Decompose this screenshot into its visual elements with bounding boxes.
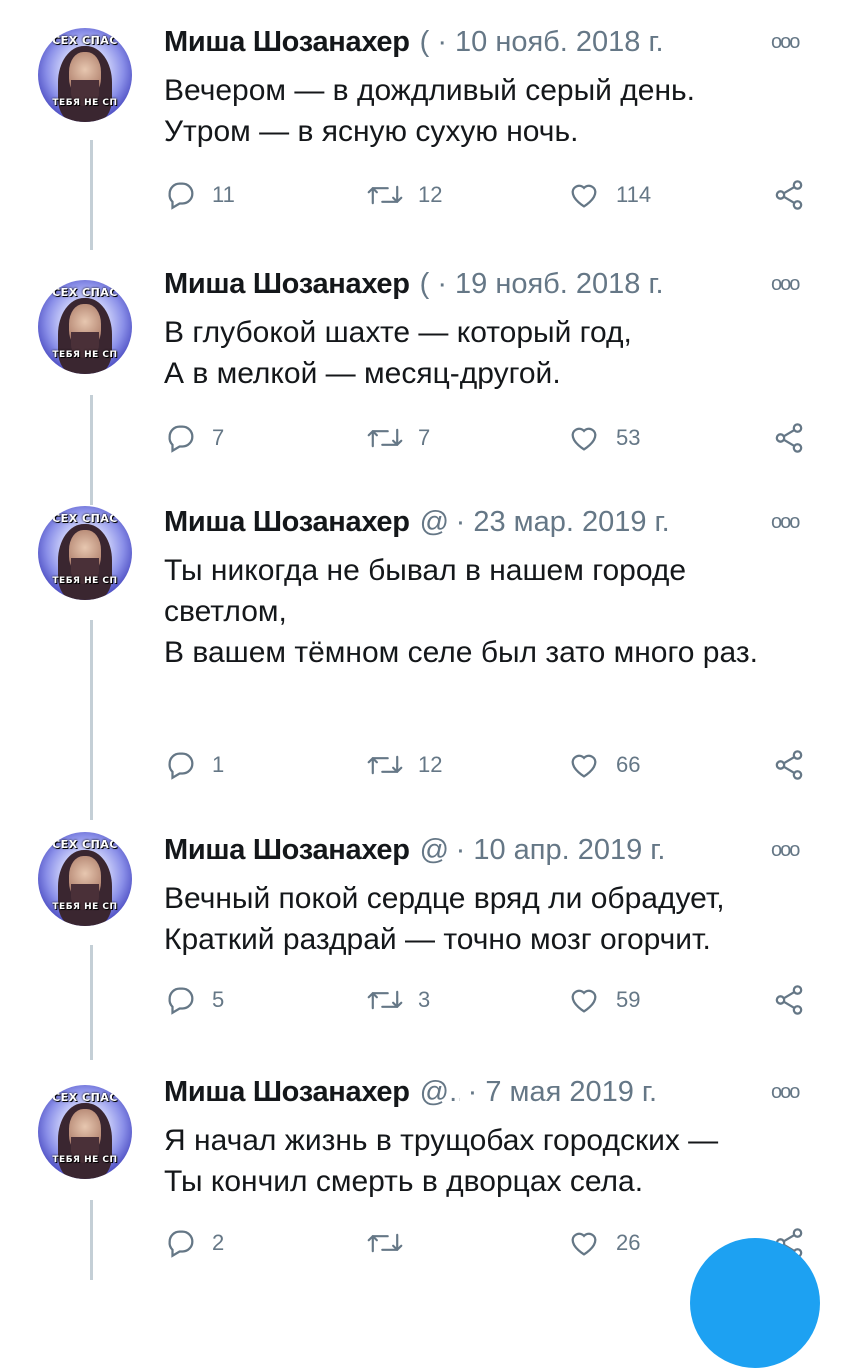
share-button[interactable] <box>772 980 806 1020</box>
reply-icon <box>164 178 198 212</box>
tweet-text: Ты никогда не бывал в нашем городе светл… <box>164 554 758 669</box>
reply-button[interactable]: 1 <box>164 745 224 785</box>
author-handle[interactable]: @ <box>420 506 448 539</box>
share-icon <box>772 748 806 782</box>
tweet-text: Вечный покой сердце вряд ли обрадует, Кр… <box>164 882 725 956</box>
share-button[interactable] <box>772 745 806 785</box>
separator-dot: · <box>467 1075 478 1108</box>
like-count: 59 <box>616 987 641 1012</box>
separator-dot: · <box>455 833 466 866</box>
reply-count: 5 <box>212 987 225 1012</box>
reply-icon <box>164 1226 198 1260</box>
tweet-date[interactable]: 10 нояб. 2018 г. <box>455 26 664 59</box>
like-count: 66 <box>616 752 641 777</box>
like-button[interactable]: 53 <box>566 418 640 458</box>
reply-icon <box>164 983 198 1017</box>
like-count: 53 <box>616 425 641 450</box>
reply-button[interactable]: 5 <box>164 980 224 1020</box>
more-icon[interactable]: ooo <box>771 840 800 860</box>
author-handle[interactable]: @.. <box>420 1076 460 1109</box>
reply-button[interactable]: 7 <box>164 418 224 458</box>
author-name[interactable]: Миша Шозанахер <box>164 26 410 59</box>
tweet-actions: 7 7 53 <box>0 418 846 458</box>
tweet-actions: 5 3 59 <box>0 980 846 1020</box>
share-button[interactable] <box>772 175 806 215</box>
avatar[interactable]: СЕХ СПАС ТЕБЯ НЕ СП <box>38 832 132 926</box>
more-icon[interactable]: ooo <box>771 274 800 294</box>
author-name[interactable]: Миша Шозанахер <box>164 268 410 301</box>
heart-icon <box>566 1226 602 1260</box>
author-handle[interactable]: ( <box>420 26 430 59</box>
more-icon[interactable]: ooo <box>771 512 800 532</box>
like-button[interactable]: 114 <box>566 175 651 215</box>
tweet-text: Вечером — в дождливый серый день. Утром … <box>164 74 695 148</box>
author-name[interactable]: Миша Шозанахер <box>164 506 410 539</box>
more-icon[interactable]: ooo <box>771 32 800 52</box>
like-count: 26 <box>616 1230 641 1255</box>
tweet-date[interactable]: 7 мая 2019 г. <box>485 1076 657 1109</box>
retweet-button[interactable]: 12 <box>366 175 442 215</box>
retweet-icon <box>366 178 404 212</box>
separator-dot: · <box>437 267 448 300</box>
like-button[interactable]: 59 <box>566 980 640 1020</box>
like-count: 114 <box>616 182 652 207</box>
separator-dot: · <box>437 25 448 58</box>
more-icon[interactable]: ooo <box>771 1082 800 1102</box>
retweet-count: 12 <box>418 182 443 207</box>
tweet-text: Я начал жизнь в трущобах городских — Ты … <box>164 1124 719 1198</box>
reply-count: 7 <box>212 425 225 450</box>
heart-icon <box>566 748 602 782</box>
retweet-button[interactable]: 7 <box>366 418 430 458</box>
thread-line <box>90 620 93 820</box>
share-button[interactable] <box>772 418 806 458</box>
author-handle[interactable]: ( <box>420 268 430 301</box>
retweet-icon <box>366 1226 404 1260</box>
tweet-actions: 11 12 114 <box>0 175 846 215</box>
share-icon <box>772 421 806 455</box>
reply-icon <box>164 748 198 782</box>
separator-dot: · <box>455 505 466 538</box>
like-button[interactable]: 66 <box>566 745 640 785</box>
retweet-icon <box>366 748 404 782</box>
heart-icon <box>566 983 602 1017</box>
reply-count: 11 <box>212 182 235 207</box>
share-icon <box>772 178 806 212</box>
compose-button[interactable] <box>690 1238 820 1368</box>
retweet-button[interactable]: 3 <box>366 980 430 1020</box>
tweet-text: В глубокой шахте — который год, А в мелк… <box>164 316 632 390</box>
heart-icon <box>566 178 602 212</box>
tweet-actions: 1 12 66 <box>0 745 846 785</box>
retweet-count: 7 <box>418 425 431 450</box>
avatar[interactable]: СЕХ СПАС ТЕБЯ НЕ СП <box>38 280 132 374</box>
reply-count: 2 <box>212 1230 225 1255</box>
author-name[interactable]: Миша Шозанахер <box>164 834 410 867</box>
avatar[interactable]: СЕХ СПАС ТЕБЯ НЕ СП <box>38 1085 132 1179</box>
reply-icon <box>164 421 198 455</box>
share-icon <box>772 983 806 1017</box>
retweet-icon <box>366 983 404 1017</box>
retweet-icon <box>366 421 404 455</box>
tweet-date[interactable]: 23 мар. 2019 г. <box>473 506 669 539</box>
reply-button[interactable]: 11 <box>164 175 235 215</box>
retweet-count: 12 <box>418 752 443 777</box>
heart-icon <box>566 421 602 455</box>
author-name[interactable]: Миша Шозанахер <box>164 1076 410 1109</box>
like-button[interactable]: 26 <box>566 1223 640 1263</box>
retweet-button[interactable] <box>366 1223 418 1263</box>
author-handle[interactable]: @ <box>420 834 448 867</box>
reply-button[interactable]: 2 <box>164 1223 224 1263</box>
reply-count: 1 <box>212 752 225 777</box>
avatar[interactable]: СЕХ СПАС ТЕБЯ НЕ СП <box>38 28 132 122</box>
retweet-count: 3 <box>418 987 431 1012</box>
tweet-date[interactable]: 19 нояб. 2018 г. <box>455 268 664 301</box>
tweet-date[interactable]: 10 апр. 2019 г. <box>473 834 665 867</box>
retweet-button[interactable]: 12 <box>366 745 442 785</box>
avatar[interactable]: СЕХ СПАС ТЕБЯ НЕ СП <box>38 506 132 600</box>
